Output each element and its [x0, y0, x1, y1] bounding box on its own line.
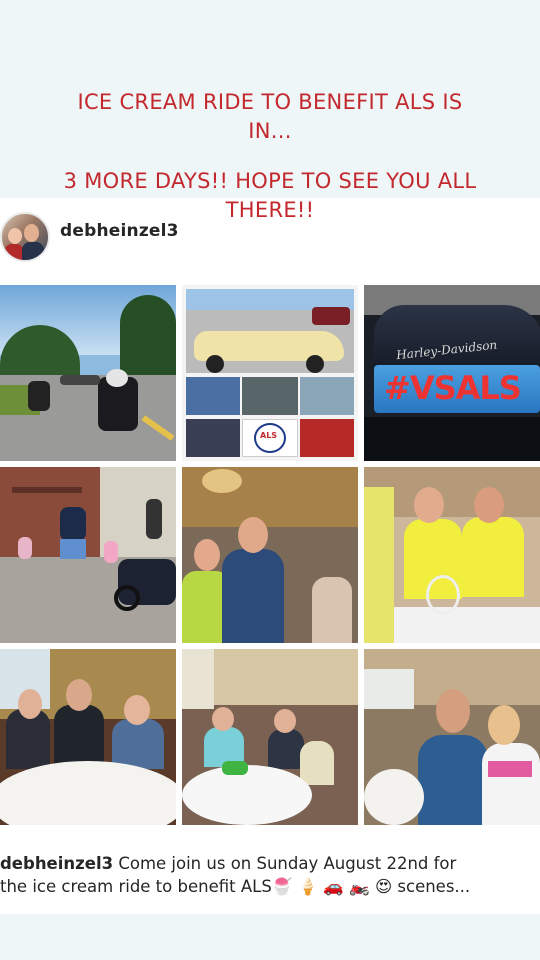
caption-username[interactable]: debheinzel3 — [0, 854, 113, 873]
headline-text-b: IN... — [248, 119, 292, 143]
photo-round-table[interactable] — [182, 649, 358, 825]
caption-text-line-2: the ice cream ride to benefit ALS — [0, 877, 272, 896]
headline-text-d: THERE!! — [225, 198, 315, 222]
vsals-sticker-text: #VSALS — [384, 369, 522, 407]
photo-collage[interactable]: ALS Harley-Davidson #VSALS — [0, 285, 540, 825]
headline-text-a: ICE CREAM RIDE TO BENEFIT ALS IS — [77, 90, 463, 114]
photo-table-group[interactable] — [0, 649, 176, 825]
headline-text-c: 3 MORE DAYS!! HOPE TO SEE YOU ALL — [63, 169, 477, 193]
caption-emojis: 🍧 🍦 🚗 🏍️ 😍 — [271, 877, 393, 896]
photo-couple-smiling[interactable] — [364, 649, 540, 825]
photo-car-show[interactable]: ALS — [182, 285, 358, 461]
post-caption: debheinzel3 Come join us on Sunday Augus… — [0, 852, 520, 898]
photo-family-outdoor[interactable] — [0, 467, 176, 643]
caption-more-link[interactable]: scenes... — [392, 877, 470, 896]
photo-vsals-motorcycle[interactable]: Harley-Davidson #VSALS — [364, 285, 540, 461]
sign-label: ALS — [260, 431, 278, 440]
photo-motorcycle-ride[interactable] — [0, 285, 176, 461]
caption-text-line-1: Come join us on Sunday August 22nd for — [113, 854, 457, 873]
photo-volunteers[interactable] — [364, 467, 540, 643]
photo-couple-banquet[interactable] — [182, 467, 358, 643]
story-headline-line-2: 3 MORE DAYS!! HOPE TO SEE YOU ALL THERE!… — [40, 167, 500, 225]
story-headline-line-1: ICE CREAM RIDE TO BENEFIT ALS IS IN... — [40, 88, 500, 146]
